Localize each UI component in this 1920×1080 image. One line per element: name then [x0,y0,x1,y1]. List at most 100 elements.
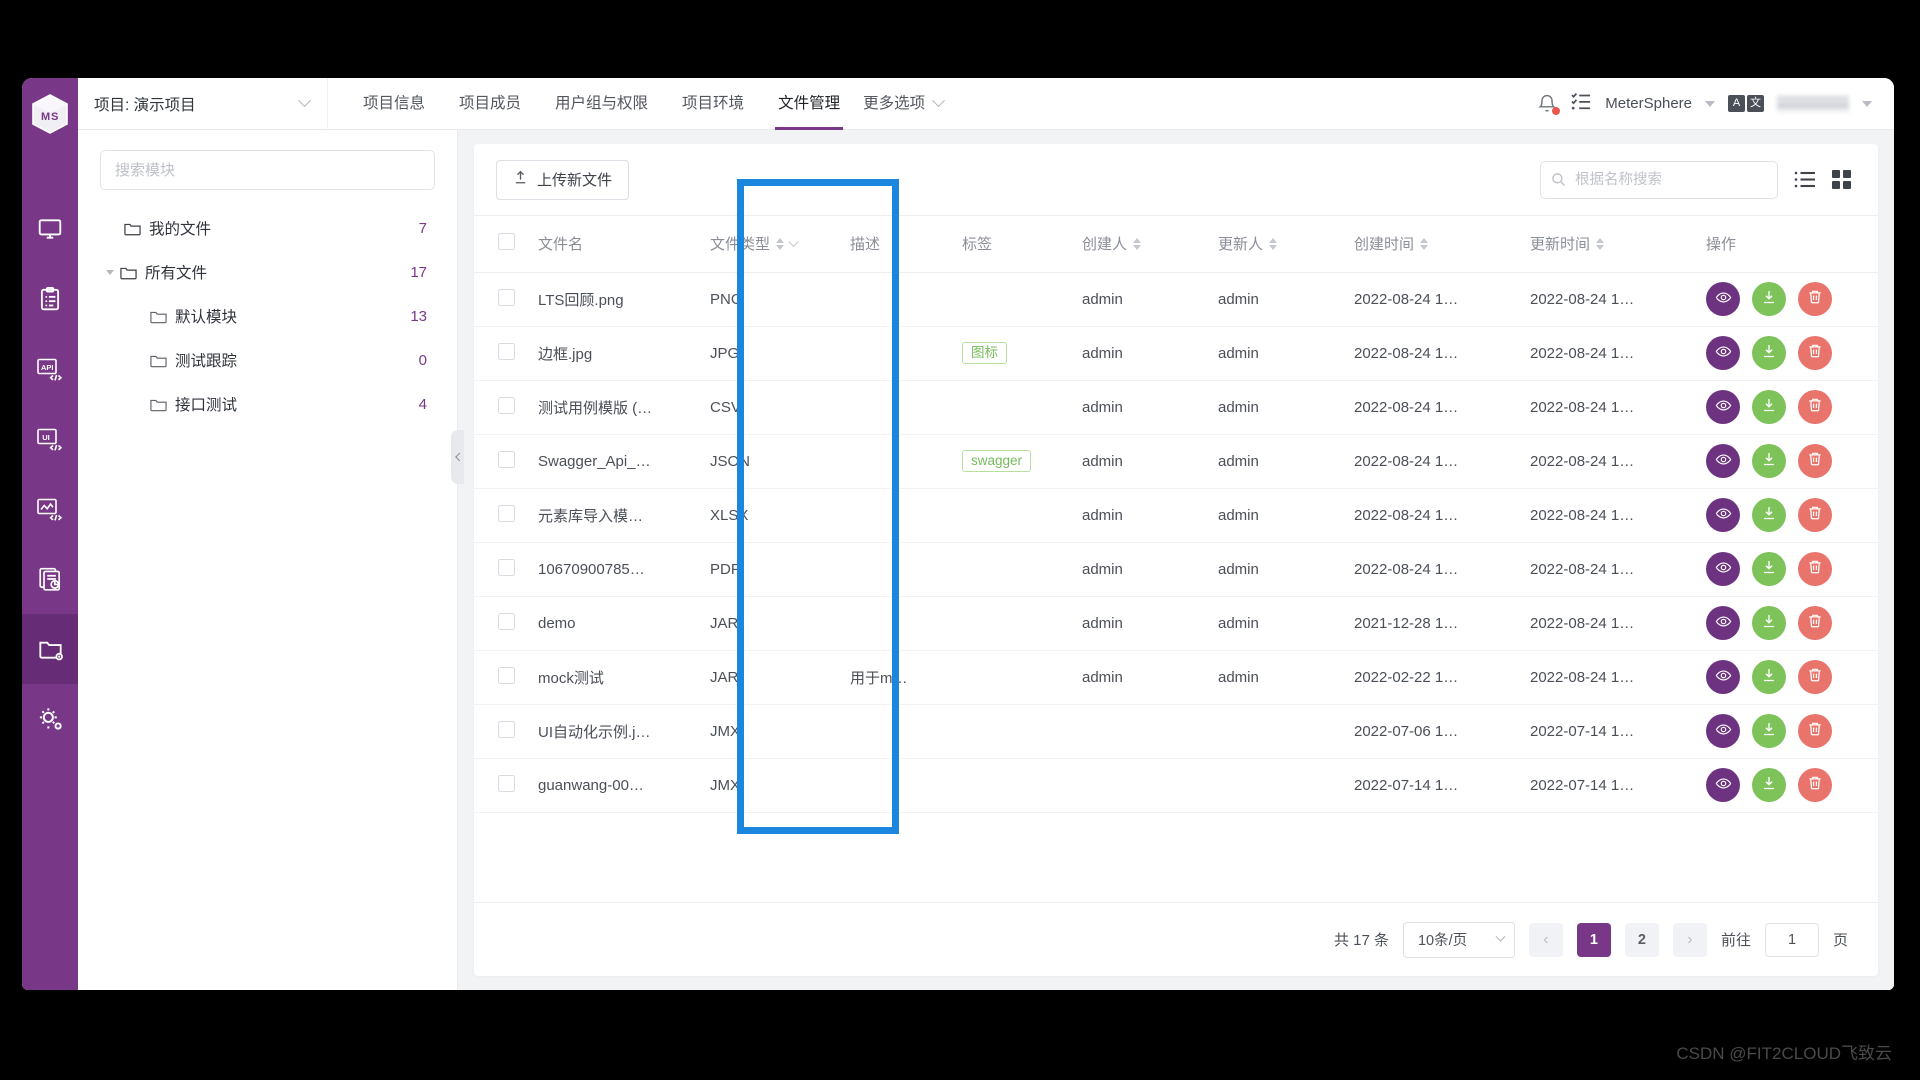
download-button[interactable] [1752,660,1786,694]
delete-button[interactable] [1798,660,1832,694]
sidebar-collapse-handle[interactable] [451,430,464,484]
module-search-input[interactable] [100,150,435,190]
list-view-button[interactable] [1794,170,1816,189]
user-menu-chevron-icon[interactable] [1705,101,1715,107]
delete-button[interactable] [1798,606,1832,640]
next-page-button[interactable]: › [1673,923,1707,957]
sort-icon[interactable] [1596,238,1604,250]
tab-file-management[interactable]: 文件管理 [761,78,857,130]
download-button[interactable] [1752,390,1786,424]
tab-project-members[interactable]: 项目成员 [442,78,538,130]
page-button-1[interactable]: 1 [1577,923,1611,957]
column-header-create-time[interactable]: 创建时间 [1354,216,1530,272]
delete-button[interactable] [1798,444,1832,478]
select-all-checkbox[interactable] [498,233,515,250]
row-checkbox[interactable] [498,775,515,792]
sidebar-item-api-test[interactable]: API [22,334,78,404]
preview-button[interactable] [1706,660,1740,694]
download-button[interactable] [1752,498,1786,532]
table-row[interactable]: guanwang-00…JMX2022-07-14 1…2022-07-14 1… [474,758,1878,812]
column-header-file-name[interactable]: 文件名 [538,216,710,272]
table-row[interactable]: 10670900785…PDFadminadmin2022-08-24 1…20… [474,542,1878,596]
goto-page-input[interactable] [1765,923,1819,957]
row-checkbox[interactable] [498,667,515,684]
table-row[interactable]: Swagger_Api_…JSONswaggeradminadmin2022-0… [474,434,1878,488]
sidebar-item-test-track[interactable] [22,264,78,334]
sidebar-item-system-settings[interactable] [22,684,78,754]
table-row[interactable]: demoJARadminadmin2021-12-28 1…2022-08-24… [474,596,1878,650]
table-row[interactable]: 边框.jpgJPG图标adminadmin2022-08-24 1…2022-0… [474,326,1878,380]
delete-button[interactable] [1798,282,1832,316]
sort-icon[interactable] [776,238,784,250]
table-row[interactable]: LTS回顾.pngPNGadminadmin2022-08-24 1…2022-… [474,272,1878,326]
sidebar-item-report[interactable] [22,544,78,614]
delete-button[interactable] [1798,498,1832,532]
column-header-creator[interactable]: 创建人 [1082,216,1218,272]
download-button[interactable] [1752,444,1786,478]
preview-button[interactable] [1706,444,1740,478]
tab-project-environment[interactable]: 项目环境 [665,78,761,130]
grid-view-button[interactable] [1832,170,1852,189]
preview-button[interactable] [1706,336,1740,370]
tree-node-default-module[interactable]: 默认模块 13 [100,294,435,338]
row-checkbox[interactable] [498,505,515,522]
page-size-select[interactable]: 10条/页 [1403,922,1515,958]
tab-user-groups-permissions[interactable]: 用户组与权限 [538,78,665,130]
tree-node-my-files[interactable]: 我的文件 7 [100,206,435,250]
account-menu-chevron-icon[interactable] [1862,101,1872,107]
filter-chevron-icon[interactable] [789,237,799,247]
download-button[interactable] [1752,606,1786,640]
delete-button[interactable] [1798,336,1832,370]
tree-node-api-test[interactable]: 接口测试 4 [100,382,435,426]
preview-button[interactable] [1706,390,1740,424]
column-header-update-time[interactable]: 更新时间 [1530,216,1706,272]
preview-button[interactable] [1706,606,1740,640]
language-switcher[interactable]: A 文 [1728,95,1764,112]
task-list-button[interactable] [1570,91,1592,116]
row-checkbox[interactable] [498,343,515,360]
column-header-updater[interactable]: 更新人 [1218,216,1354,272]
row-checkbox[interactable] [498,559,515,576]
project-selector[interactable]: 项目: 演示项目 [78,78,328,130]
download-button[interactable] [1752,714,1786,748]
row-checkbox[interactable] [498,613,515,630]
table-row[interactable]: UI自动化示例.j…JMX2022-07-06 1…2022-07-14 1… [474,704,1878,758]
sidebar-item-workstation[interactable] [22,194,78,264]
preview-button[interactable] [1706,714,1740,748]
sort-icon[interactable] [1420,238,1428,250]
prev-page-button[interactable]: ‹ [1529,923,1563,957]
delete-button[interactable] [1798,768,1832,802]
preview-button[interactable] [1706,498,1740,532]
table-row[interactable]: 元素库导入模…XLSXadminadmin2022-08-24 1…2022-0… [474,488,1878,542]
delete-button[interactable] [1798,714,1832,748]
download-button[interactable] [1752,768,1786,802]
name-search-input[interactable] [1540,161,1778,199]
sidebar-item-performance-test[interactable] [22,474,78,544]
column-header-description[interactable]: 描述 [850,216,962,272]
tab-project-info[interactable]: 项目信息 [346,78,442,130]
sort-icon[interactable] [1269,238,1277,250]
table-row[interactable]: 测试用例模版 (…CSVadminadmin2022-08-24 1…2022-… [474,380,1878,434]
column-header-tag[interactable]: 标签 [962,216,1082,272]
tab-more-options[interactable]: 更多选项 [857,78,960,130]
row-checkbox[interactable] [498,397,515,414]
row-checkbox[interactable] [498,289,515,306]
download-button[interactable] [1752,336,1786,370]
download-button[interactable] [1752,282,1786,316]
upload-new-file-button[interactable]: 上传新文件 [496,160,629,200]
tree-node-all-files[interactable]: 所有文件 17 [100,250,435,294]
tree-expander-icon[interactable] [102,270,118,275]
delete-button[interactable] [1798,552,1832,586]
sort-icon[interactable] [1133,238,1141,250]
row-checkbox[interactable] [498,451,515,468]
notifications-button[interactable] [1537,93,1557,115]
row-checkbox[interactable] [498,721,515,738]
preview-button[interactable] [1706,282,1740,316]
download-button[interactable] [1752,552,1786,586]
sidebar-item-ui-test[interactable]: UI [22,404,78,474]
preview-button[interactable] [1706,768,1740,802]
column-header-file-type[interactable]: 文件类型 [710,216,850,272]
preview-button[interactable] [1706,552,1740,586]
delete-button[interactable] [1798,390,1832,424]
table-row[interactable]: mock测试JAR用于m…adminadmin2022-02-22 1…2022… [474,650,1878,704]
